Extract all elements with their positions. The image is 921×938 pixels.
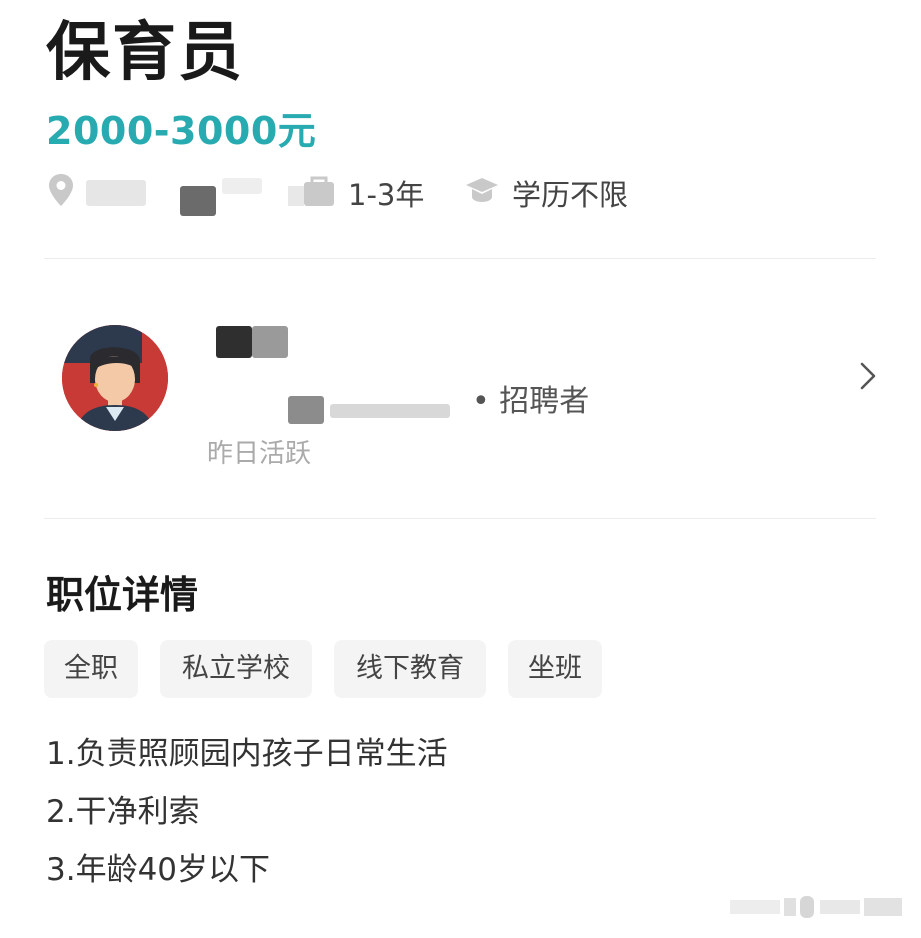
description-line-3: 3.年龄40岁以下 — [46, 852, 271, 888]
recruiter-role: • 招聘者 — [472, 384, 590, 419]
recruiter-active-status: 昨日活跃 — [207, 439, 312, 469]
recruiter-name-redacted-2 — [252, 326, 288, 358]
watermark — [730, 896, 902, 920]
description-line-2: 2.干净利索 — [46, 794, 200, 830]
recruiter-name-redacted — [216, 326, 252, 358]
chevron-right-icon[interactable] — [852, 358, 882, 394]
recruiter-company-redacted-2 — [330, 404, 450, 418]
recruiter-avatar — [62, 325, 168, 431]
job-title: 保育员 — [46, 16, 244, 90]
location-redacted — [86, 180, 146, 206]
briefcase-icon — [288, 172, 336, 215]
job-meta-row: 1-3年 学历不限 — [46, 170, 886, 216]
recruiter-card[interactable]: • 招聘者 昨日活跃 — [0, 300, 921, 490]
salary-range: 2000-3000元 — [46, 109, 317, 153]
divider-top — [44, 258, 876, 259]
education-label: 学历不限 — [512, 178, 629, 212]
meta-location — [46, 170, 262, 216]
location-redacted-tail — [222, 178, 262, 194]
tag-on-site: 坐班 — [508, 640, 602, 698]
graduation-cap-icon — [464, 174, 500, 213]
meta-education: 学历不限 — [464, 170, 628, 216]
tag-offline-education: 线下教育 — [334, 640, 486, 698]
divider-middle — [44, 518, 876, 519]
location-redacted-block — [180, 186, 216, 216]
meta-experience: 1-3年 — [288, 170, 424, 216]
job-detail-page: 保育员 2000-3000元 1-3年 学历不限 • 招聘者 昨日活跃 职位详情… — [0, 0, 921, 938]
description-line-1: 1.负责照顾园内孩子日常生活 — [46, 736, 448, 772]
job-tags: 全职 私立学校 线下教育 坐班 — [44, 640, 884, 698]
recruiter-company-redacted — [288, 396, 324, 424]
tag-private-school: 私立学校 — [160, 640, 312, 698]
location-pin-icon — [46, 172, 76, 215]
tag-full-time: 全职 — [44, 640, 138, 698]
experience-label: 1-3年 — [348, 178, 425, 212]
section-title-job-details: 职位详情 — [46, 573, 199, 617]
